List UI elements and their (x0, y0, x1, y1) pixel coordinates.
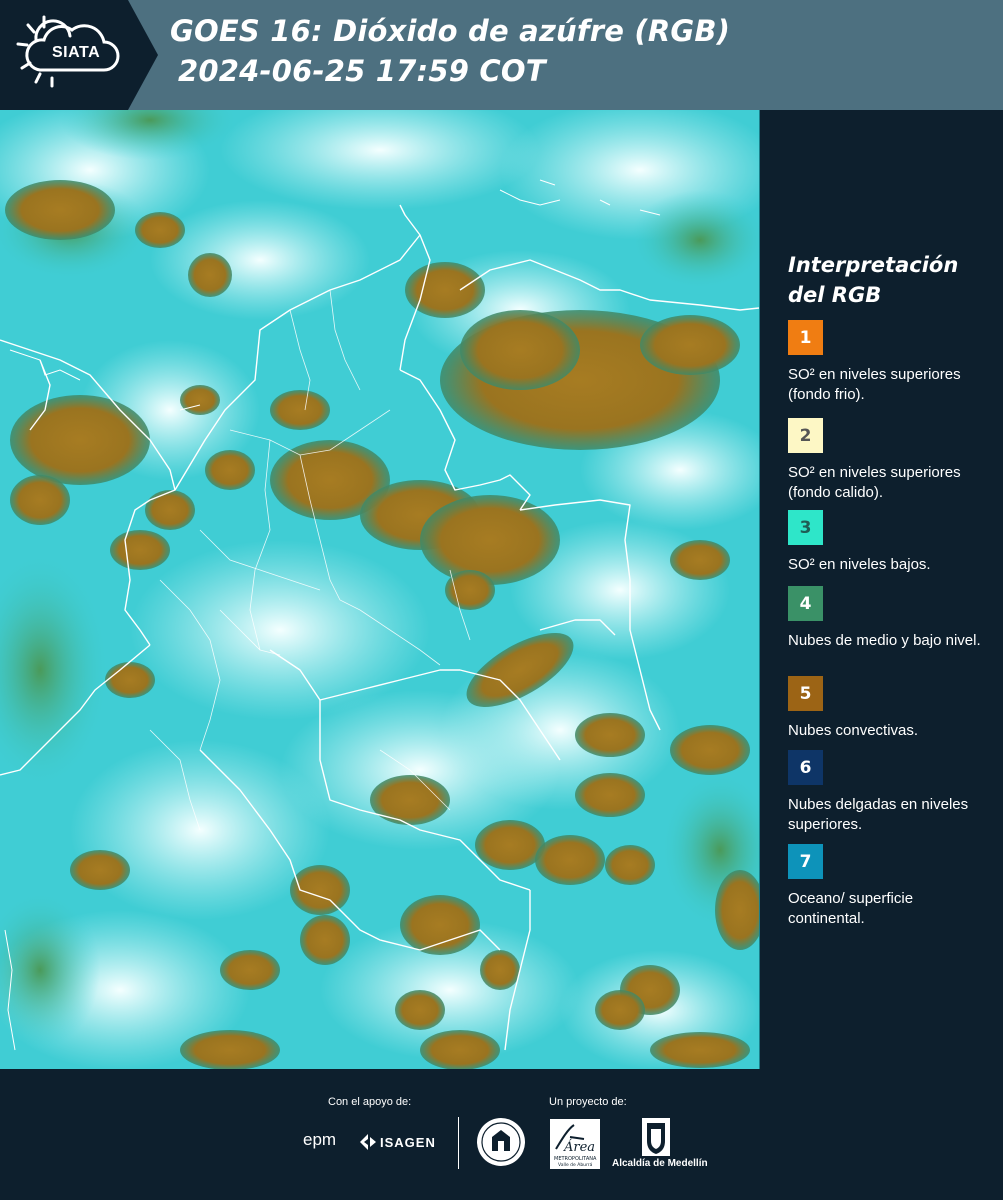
legend-title-line1: Interpretación (788, 253, 959, 277)
legend-item-4: 4 Nubes de medio y bajo nivel. (788, 586, 988, 651)
legend-swatch: 7 (788, 844, 823, 879)
siata-logo-text: SIATA (52, 44, 101, 61)
legend-item-label: SO² en niveles bajos. (788, 556, 931, 573)
legend-swatch: 3 (788, 510, 823, 545)
legend-swatch: 4 (788, 586, 823, 621)
satellite-map-svg (0, 110, 759, 1069)
legend-item-6: 6 Nubes delgadas en niveles superiores. (788, 750, 988, 835)
isagen-logo[interactable]: ISAGEN (380, 1135, 436, 1150)
footer-divider (458, 1117, 459, 1169)
support-label: Con el apoyo de: (328, 1096, 412, 1108)
legend-item-label: Nubes de medio y bajo nivel. (788, 632, 981, 649)
legend-item-label: Oceano/ superficie continental. (788, 890, 914, 927)
legend-title: Interpretación del RGB (788, 250, 988, 310)
legend-panel: Interpretación del RGB 1 SO² en niveles … (760, 110, 1003, 1069)
area-text: Área (563, 1139, 595, 1155)
legend-swatch: 1 (788, 320, 823, 355)
siata-logo[interactable]: SIATA (0, 0, 158, 110)
legend-title-line2: del RGB (788, 283, 882, 307)
project-label: Un proyecto de: (549, 1096, 627, 1108)
medellin-seal-icon[interactable] (476, 1117, 526, 1167)
area-sub2-text: Valle de Aburrá (558, 1161, 593, 1168)
legend-item-2: 2 SO² en niveles superiores (fondo calid… (788, 418, 988, 503)
legend-item-3: 3 SO² en niveles bajos. (788, 510, 988, 575)
page-timestamp: 2024-06-25 17:59 COT (178, 54, 546, 88)
legend-item-label: SO² en niveles superiores (fondo frio). (788, 366, 961, 403)
area-sub-text: METROPOLITANA (554, 1156, 597, 1162)
legend-item-label: SO² en niveles superiores (fondo calido)… (788, 464, 961, 501)
legend-item-7: 7 Oceano/ superficie continental. (788, 844, 988, 929)
area-metropolitana-icon[interactable]: Área METROPOLITANA Valle de Aburrá (550, 1119, 600, 1169)
footer: Con el apoyo de: Un proyecto de: epm ISA… (0, 1069, 1003, 1200)
legend-item-1: 1 SO² en niveles superiores (fondo frio)… (788, 320, 988, 405)
page-title: GOES 16: Dióxido de azúfre (RGB) (170, 14, 731, 48)
header-bar: SIATA GOES 16: Dióxido de azúfre (RGB) 2… (0, 0, 1003, 110)
legend-item-label: Nubes delgadas en niveles superiores. (788, 796, 969, 833)
legend-item-label: Nubes convectivas. (788, 722, 919, 739)
alcaldia-shield-icon[interactable] (641, 1117, 671, 1157)
isagen-icon (360, 1134, 376, 1150)
satellite-image[interactable] (0, 110, 761, 1069)
legend-swatch: 2 (788, 418, 823, 453)
legend-swatch: 5 (788, 676, 823, 711)
legend-item-5: 5 Nubes convectivas. (788, 676, 988, 741)
alcaldia-text: Alcaldía de Medellín (612, 1158, 708, 1169)
epm-logo[interactable]: epm (303, 1130, 336, 1150)
legend-swatch: 6 (788, 750, 823, 785)
